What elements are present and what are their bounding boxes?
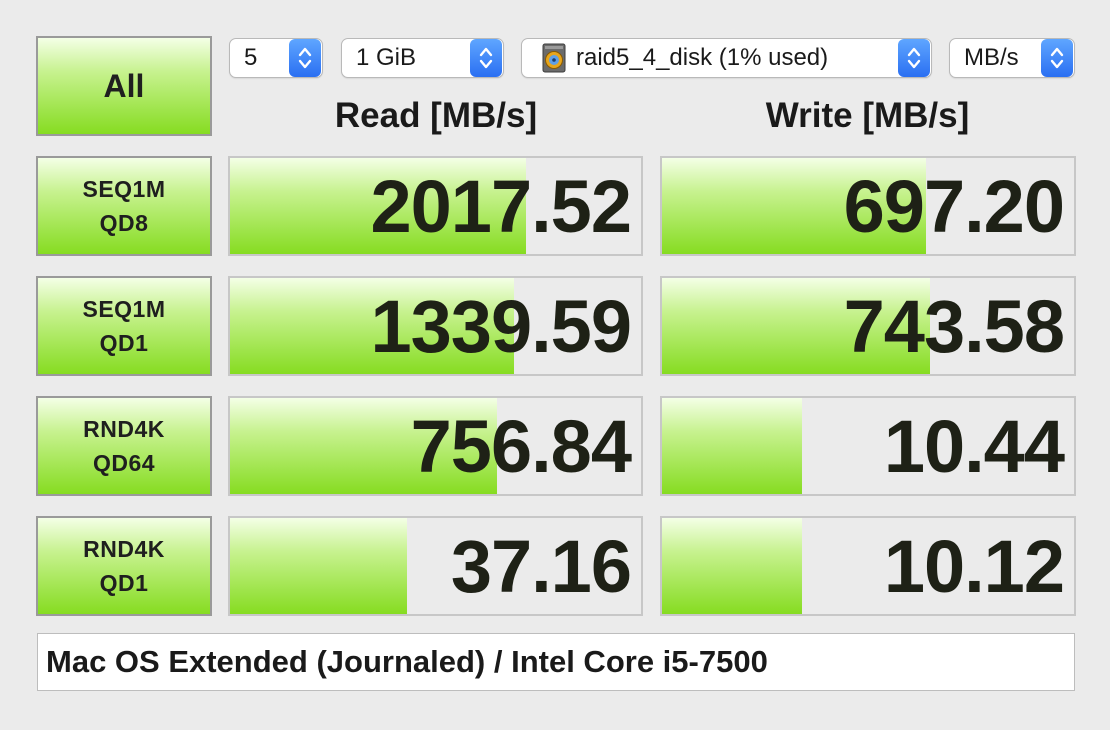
write-result-rnd4k-qd1: 10.12	[660, 516, 1076, 616]
unit-select[interactable]: MB/s	[949, 38, 1075, 78]
write-result-value: 10.44	[883, 404, 1065, 488]
drive-select-value: raid5_4_disk (1% used)	[576, 44, 829, 71]
test-button-line1: RND4K	[83, 416, 165, 442]
test-button-line2: QD64	[92, 450, 156, 476]
test-button-seq1m-qd8[interactable]: SEQ1M QD8	[36, 156, 212, 256]
size-select-value: 1 GiB	[356, 44, 417, 71]
test-button-line2: QD8	[99, 210, 149, 236]
test-button-line1: RND4K	[83, 536, 165, 562]
chevron-updown-icon	[289, 39, 321, 77]
write-result-seq1m-qd1: 743.58	[660, 276, 1076, 376]
test-button-rnd4k-qd1[interactable]: RND4K QD1	[36, 516, 212, 616]
read-result-value: 756.84	[410, 404, 632, 488]
write-result-value: 743.58	[843, 284, 1065, 368]
read-result-value: 37.16	[450, 524, 632, 608]
read-result-value: 1339.59	[370, 284, 632, 368]
size-select[interactable]: 1 GiB	[341, 38, 504, 78]
write-result-rnd4k-qd64: 10.44	[660, 396, 1076, 496]
all-button[interactable]: All	[36, 36, 212, 136]
chevron-updown-icon	[470, 39, 502, 77]
all-button-label: All	[103, 67, 145, 104]
test-button-rnd4k-qd64[interactable]: RND4K QD64	[36, 396, 212, 496]
write-column-header: Write [MB/s]	[765, 96, 970, 135]
read-result-rnd4k-qd1: 37.16	[228, 516, 643, 616]
test-button-seq1m-qd1[interactable]: SEQ1M QD1	[36, 276, 212, 376]
write-result-seq1m-qd8: 697.20	[660, 156, 1076, 256]
chevron-updown-icon	[898, 39, 930, 77]
unit-select-value: MB/s	[964, 44, 1019, 71]
read-result-seq1m-qd1: 1339.59	[228, 276, 643, 376]
write-result-value: 10.12	[883, 524, 1065, 608]
read-result-seq1m-qd8: 2017.52	[228, 156, 643, 256]
read-column-header: Read [MB/s]	[334, 96, 538, 135]
test-button-line2: QD1	[99, 570, 149, 596]
drive-select[interactable]: raid5_4_disk (1% used)	[521, 38, 932, 78]
count-select[interactable]: 5	[229, 38, 323, 78]
write-result-value: 697.20	[843, 164, 1065, 248]
read-result-rnd4k-qd64: 756.84	[228, 396, 643, 496]
write-result-bar	[662, 398, 803, 494]
chevron-updown-icon	[1041, 39, 1073, 77]
test-button-line1: SEQ1M	[82, 296, 166, 322]
test-button-line1: SEQ1M	[82, 176, 166, 202]
count-select-value: 5	[244, 44, 258, 71]
read-result-value: 2017.52	[370, 164, 632, 248]
comment-field[interactable]: Mac OS Extended (Journaled) / Intel Core…	[37, 633, 1075, 691]
test-button-line2: QD1	[99, 330, 149, 356]
write-result-bar	[662, 518, 803, 614]
read-result-bar	[230, 518, 407, 614]
hard-drive-icon	[542, 43, 566, 73]
